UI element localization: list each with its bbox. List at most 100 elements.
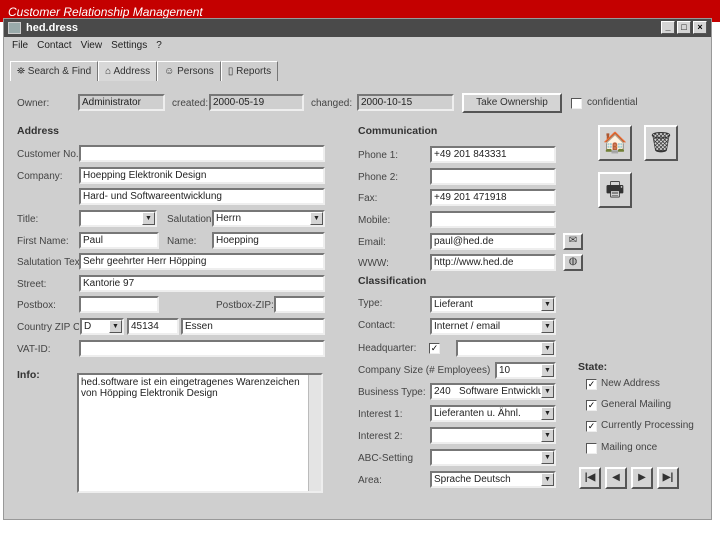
vat-id-input[interactable] bbox=[79, 340, 325, 357]
report-icon: ▯ bbox=[227, 66, 237, 77]
new-address-button[interactable]: 🏠 bbox=[598, 125, 632, 161]
vat-id-label: VAT-ID: bbox=[17, 344, 51, 355]
scrollbar[interactable] bbox=[308, 375, 321, 491]
banner-title: Customer Relationship Management bbox=[8, 5, 203, 19]
open-web-button[interactable]: ◍ bbox=[563, 254, 583, 271]
state-heading: State: bbox=[578, 361, 608, 373]
salutation-select[interactable]: Herrn ▼ bbox=[212, 210, 325, 227]
envelope-icon: ✉ bbox=[568, 235, 578, 246]
title-select[interactable]: ▼ bbox=[79, 210, 157, 227]
postbox-zip-label: Postbox-ZIP: bbox=[216, 300, 274, 311]
country-zip-city-label: Country ZIP C. bbox=[17, 322, 79, 333]
general-mailing-label: General Mailing bbox=[601, 399, 672, 410]
type-select[interactable]: Lieferant ▼ bbox=[430, 296, 556, 313]
customer-no-input[interactable] bbox=[79, 145, 325, 162]
chevron-down-icon: ▼ bbox=[541, 473, 554, 486]
chevron-down-icon: ▼ bbox=[541, 429, 554, 442]
communication-heading: Communication bbox=[358, 125, 438, 137]
arrow-left-icon: ◀ bbox=[612, 472, 620, 483]
menu-bar: File Contact View Settings ? bbox=[12, 40, 162, 51]
confidential-checkbox[interactable] bbox=[571, 98, 582, 109]
type-label: Type: bbox=[358, 298, 383, 309]
chevron-down-icon: ▼ bbox=[541, 298, 554, 311]
street-input[interactable]: Kantorie 97 bbox=[79, 275, 325, 292]
menu-view[interactable]: View bbox=[81, 40, 103, 51]
send-email-button[interactable]: ✉ bbox=[563, 233, 583, 250]
delete-button[interactable]: 🗑 bbox=[644, 125, 678, 161]
www-input[interactable]: http://www.hed.de bbox=[430, 254, 556, 271]
maximize-button[interactable]: □ bbox=[677, 21, 691, 34]
contact-select[interactable]: Internet / email ▼ bbox=[430, 318, 556, 335]
company2-input[interactable]: Hard- und Softwareentwicklung bbox=[79, 188, 325, 205]
company-input[interactable]: Hoepping Elektronik Design bbox=[79, 167, 325, 184]
salutation-text-input[interactable]: Sehr geehrter Herr Höpping bbox=[79, 253, 325, 270]
tab-bar: ⛯ Search & Find ⌂ Address ☺ Persons ▯ Re… bbox=[10, 61, 279, 81]
mobile-input[interactable] bbox=[430, 211, 556, 228]
street-label: Street: bbox=[17, 279, 47, 290]
zip-input[interactable]: 45134 bbox=[127, 318, 179, 335]
chevron-down-icon: ▼ bbox=[109, 320, 122, 333]
new-address-checkbox[interactable]: ✓ bbox=[586, 379, 597, 390]
print-button[interactable]: 🖶 bbox=[598, 172, 632, 208]
salutation-text-label: Salutation Text bbox=[17, 257, 83, 268]
headquarter-select[interactable]: ▼ bbox=[456, 340, 556, 357]
tab-reports[interactable]: ▯ Reports bbox=[220, 61, 279, 81]
title-bar: hed.dress _ □ × bbox=[4, 19, 711, 37]
chevron-down-icon: ▼ bbox=[541, 320, 554, 333]
changed-label: changed: bbox=[311, 98, 353, 109]
info-textarea[interactable]: hed.software ist ein eingetragenes Waren… bbox=[77, 373, 323, 493]
phone1-input[interactable]: +49 201 843331 bbox=[430, 146, 556, 163]
previous-record-button[interactable]: ◀ bbox=[605, 467, 627, 489]
created-field: 2000-05-19 bbox=[209, 94, 304, 111]
fax-label: Fax: bbox=[358, 193, 378, 204]
chevron-down-icon: ▼ bbox=[541, 385, 554, 398]
menu-help[interactable]: ? bbox=[156, 40, 162, 51]
headquarter-checkbox[interactable]: ✓ bbox=[429, 343, 440, 354]
created-label: created: bbox=[172, 98, 209, 109]
country-select[interactable]: D ▼ bbox=[80, 318, 124, 335]
window-title: hed.dress bbox=[26, 22, 78, 34]
email-input[interactable]: paul@hed.de bbox=[430, 233, 556, 250]
mailing-once-checkbox[interactable] bbox=[586, 443, 597, 454]
menu-file[interactable]: File bbox=[12, 40, 28, 51]
fax-input[interactable]: +49 201 471918 bbox=[430, 189, 556, 206]
interest2-select[interactable]: ▼ bbox=[430, 427, 556, 444]
general-mailing-checkbox[interactable]: ✓ bbox=[586, 400, 597, 411]
business-type-select[interactable]: 240 Software Entwicklu ▼ bbox=[430, 383, 556, 400]
first-record-button[interactable]: |◀ bbox=[579, 467, 601, 489]
persons-icon: ☺ bbox=[164, 66, 178, 77]
address-heading: Address bbox=[17, 125, 60, 137]
name-input[interactable]: Hoepping bbox=[212, 232, 325, 249]
chevron-down-icon: ▼ bbox=[142, 212, 155, 225]
postbox-zip-input[interactable] bbox=[274, 296, 325, 313]
tab-search-find[interactable]: ⛯ Search & Find bbox=[10, 61, 99, 81]
menu-contact[interactable]: Contact bbox=[37, 40, 71, 51]
next-record-button[interactable]: ▶ bbox=[631, 467, 653, 489]
city-input[interactable]: Essen bbox=[181, 318, 325, 335]
tab-address[interactable]: ⌂ Address bbox=[98, 61, 158, 81]
company-size-select[interactable]: 10 ▼ bbox=[495, 362, 556, 379]
chevron-down-icon: ▼ bbox=[541, 364, 554, 377]
postbox-input[interactable] bbox=[79, 296, 159, 313]
interest2-label: Interest 2: bbox=[358, 431, 403, 442]
chevron-down-icon: ▼ bbox=[310, 212, 323, 225]
take-ownership-button[interactable]: Take Ownership bbox=[462, 93, 562, 113]
tab-persons[interactable]: ☺ Persons bbox=[157, 61, 221, 81]
owner-field: Administrator bbox=[78, 94, 165, 111]
chevron-down-icon: ▼ bbox=[541, 407, 554, 420]
area-select[interactable]: Sprache Deutsch ▼ bbox=[430, 471, 556, 488]
currently-processing-checkbox[interactable]: ✓ bbox=[586, 421, 597, 432]
last-record-button[interactable]: ▶| bbox=[657, 467, 679, 489]
abc-setting-select[interactable]: ▼ bbox=[430, 449, 556, 466]
binoculars-icon: ⛯ bbox=[17, 66, 28, 77]
owner-label: Owner: bbox=[17, 98, 50, 109]
minimize-button[interactable]: _ bbox=[661, 21, 675, 34]
menu-settings[interactable]: Settings bbox=[111, 40, 147, 51]
phone2-input[interactable] bbox=[430, 168, 556, 185]
name-label: Name: bbox=[167, 236, 197, 247]
interest1-select[interactable]: Lieferanten u. Ähnl. ▼ bbox=[430, 405, 556, 422]
company-label: Company: bbox=[17, 171, 63, 182]
company-size-label: Company Size (# Employees) bbox=[358, 365, 491, 376]
first-name-input[interactable]: Paul bbox=[79, 232, 159, 249]
close-button[interactable]: × bbox=[693, 21, 707, 34]
